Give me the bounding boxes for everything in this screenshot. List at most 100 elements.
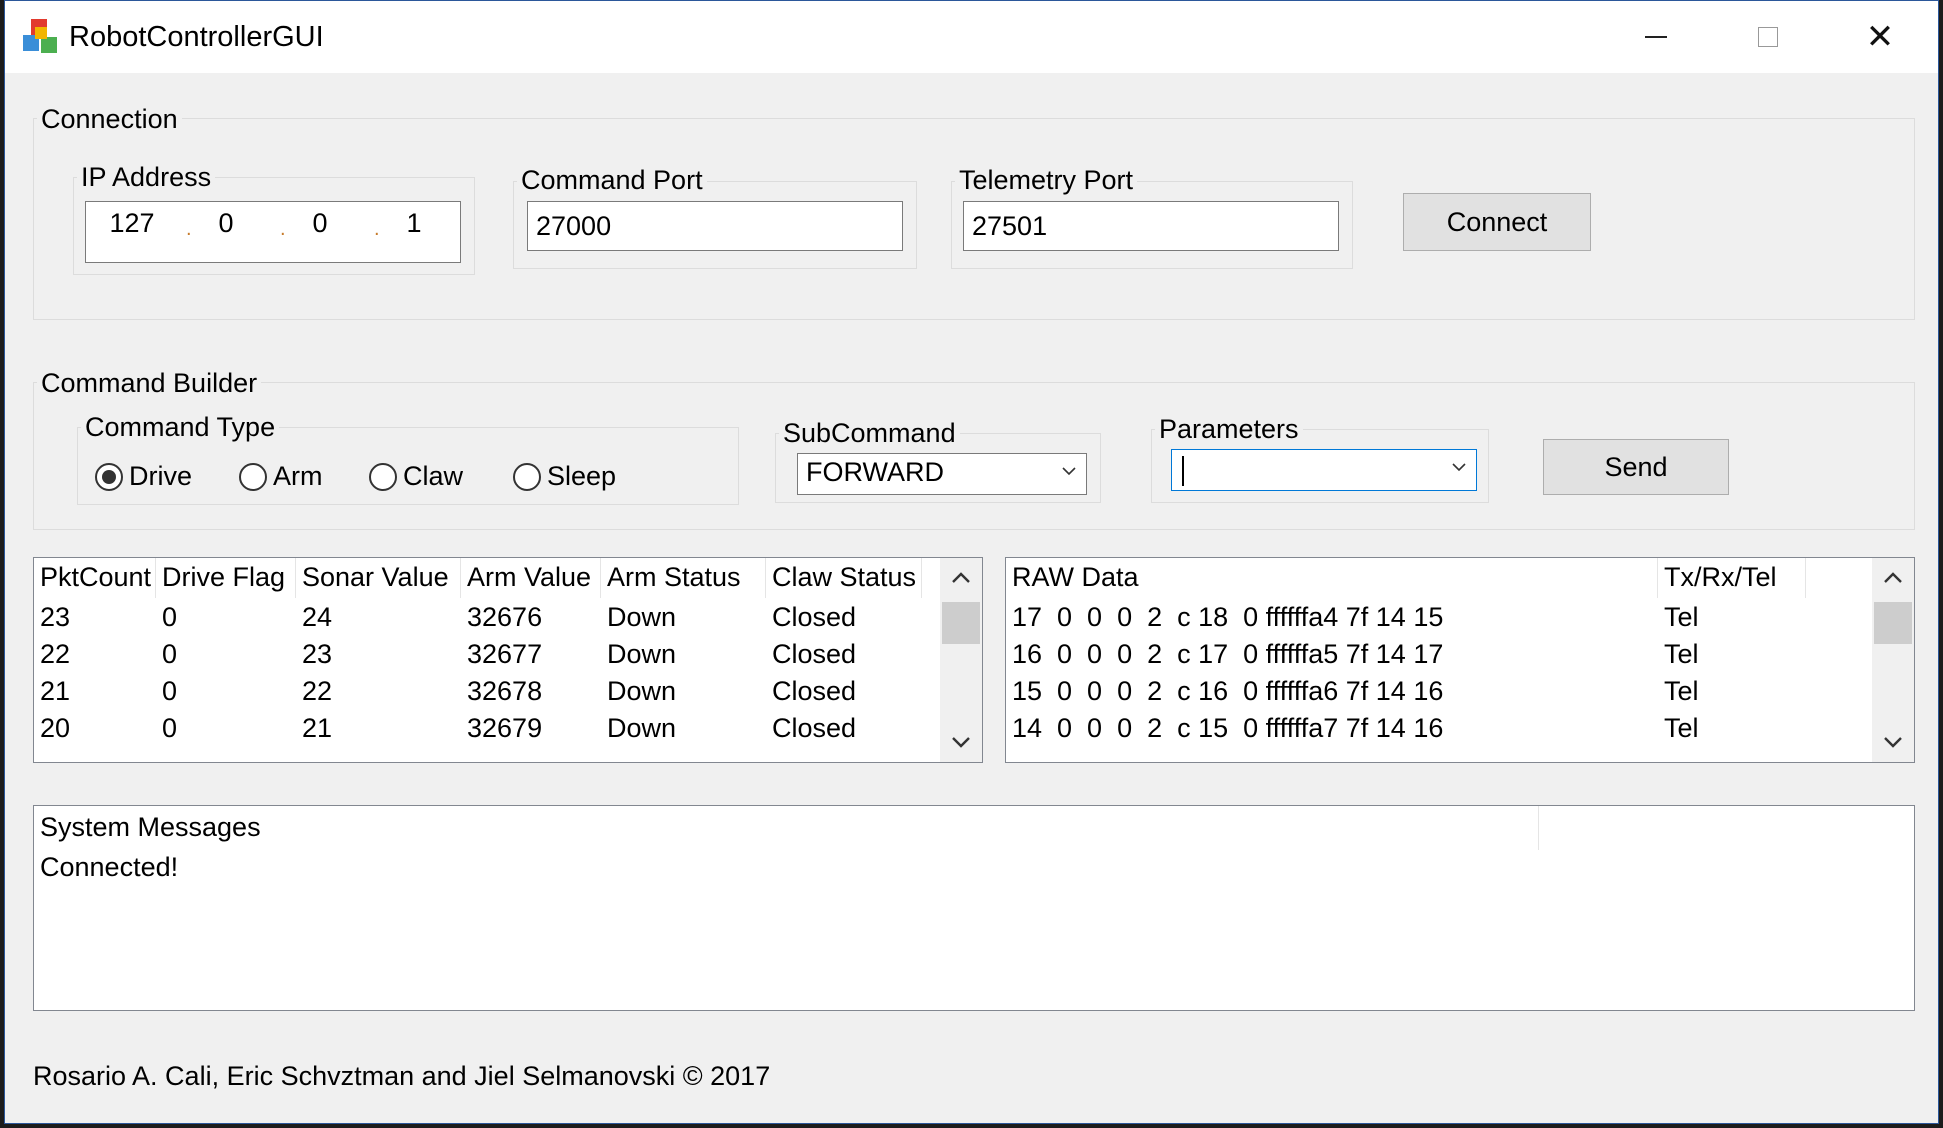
table-cell: Down (607, 676, 677, 706)
table-cell: 0 (162, 602, 178, 632)
credits-footer: Rosario A. Cali, Eric Schvztman and Jiel… (33, 1061, 771, 1091)
raw-data-list[interactable]: RAW Data Tx/Rx/Tel 17 0 0 0 2 c 18 0 fff… (1005, 557, 1915, 763)
ip-octet-3[interactable]: 0 (290, 208, 350, 239)
radio-drive-label: Drive (129, 461, 193, 491)
system-message: Connected! (40, 852, 179, 882)
chevron-up-icon (952, 572, 970, 583)
minimize-button[interactable] (1600, 1, 1712, 73)
scroll-down-button[interactable] (940, 722, 982, 762)
column-header[interactable]: Drive Flag (156, 562, 285, 593)
table-row[interactable]: 16 0 0 0 2 c 17 0 ffffffa5 7f 14 17 Tel (1006, 637, 1870, 674)
telemetry-port-input[interactable]: 27501 (963, 201, 1339, 251)
ip-dot: . (186, 218, 192, 240)
close-button[interactable]: ✕ (1824, 1, 1936, 73)
command-port-input[interactable]: 27000 (527, 201, 903, 251)
ip-octet-4[interactable]: 1 (384, 208, 444, 239)
command-type-label: Command Type (81, 411, 280, 443)
ip-octet-1[interactable]: 127 (102, 208, 162, 239)
table-cell: 32678 (467, 676, 543, 706)
table-row[interactable]: 22 0 23 32677 Down Closed (34, 637, 938, 674)
telemetry-list[interactable]: PktCount Drive Flag Sonar Value Arm Valu… (33, 557, 983, 763)
table-cell: 32676 (467, 602, 543, 632)
chevron-down-icon (1452, 463, 1466, 472)
table-row[interactable]: 17 0 0 0 2 c 18 0 ffffffa4 7f 14 15 Tel (1006, 600, 1870, 637)
radio-sleep-label: Sleep (547, 461, 617, 491)
table-cell: 23 (302, 639, 333, 669)
radio-claw-label: Claw (403, 461, 464, 491)
column-header[interactable]: PktCount (34, 562, 151, 593)
ip-octet-2[interactable]: 0 (196, 208, 256, 239)
radio-drive[interactable]: Drive (95, 461, 192, 492)
table-cell: 15 0 0 0 2 c 16 0 ffffffa6 7f 14 16 (1012, 676, 1444, 706)
chevron-down-icon (1884, 737, 1902, 748)
table-cell: 0 (162, 713, 178, 743)
scroll-thumb[interactable] (1874, 602, 1912, 644)
table-cell: 21 (302, 713, 333, 743)
table-cell: Tel (1664, 676, 1699, 706)
table-row[interactable]: 21 0 22 32678 Down Closed (34, 674, 938, 711)
radio-sleep[interactable]: Sleep (513, 461, 616, 492)
chevron-down-icon (1062, 467, 1076, 476)
radio-selected-icon (95, 462, 123, 491)
table-cell: Tel (1664, 639, 1699, 669)
table-cell: Down (607, 639, 677, 669)
text-caret (1182, 456, 1184, 486)
table-row[interactable]: 23 0 24 32676 Down Closed (34, 600, 938, 637)
chevron-up-icon (1884, 572, 1902, 583)
send-button[interactable]: Send (1543, 439, 1729, 495)
raw-data-scrollbar[interactable] (1872, 558, 1914, 762)
subcommand-value: FORWARD (806, 457, 944, 487)
subcommand-dropdown[interactable]: FORWARD (797, 453, 1087, 495)
window-title: RobotControllerGUI (69, 21, 324, 53)
chevron-down-icon (952, 737, 970, 748)
ip-dot: . (374, 218, 380, 240)
table-cell: 22 (302, 676, 333, 706)
system-messages-header[interactable]: System Messages (34, 812, 261, 843)
ip-address-label: IP Address (77, 161, 216, 193)
table-cell: 0 (162, 676, 178, 706)
table-cell: 23 (40, 602, 71, 632)
column-header[interactable]: RAW Data (1006, 562, 1139, 593)
table-cell: 0 (162, 639, 178, 669)
ip-address-input[interactable]: 127 . 0 . 0 . 1 (85, 201, 461, 263)
maximize-button[interactable] (1712, 1, 1824, 73)
radio-claw[interactable]: Claw (369, 461, 463, 492)
raw-data-list-header: RAW Data Tx/Rx/Tel (1006, 558, 1870, 598)
radio-unselected-icon (369, 462, 397, 491)
telemetry-scrollbar[interactable] (940, 558, 982, 762)
minimize-icon (1645, 36, 1667, 38)
table-row[interactable]: 15 0 0 0 2 c 16 0 ffffffa6 7f 14 16 Tel (1006, 674, 1870, 711)
scroll-down-button[interactable] (1872, 722, 1914, 762)
column-header[interactable]: Claw Status (766, 562, 916, 593)
parameters-label: Parameters (1155, 413, 1303, 445)
column-header[interactable]: Arm Value (461, 562, 591, 593)
table-cell: 32677 (467, 639, 543, 669)
table-row[interactable]: 20 0 21 32679 Down Closed (34, 711, 938, 748)
command-builder-group-title: Command Builder (37, 367, 262, 399)
column-header[interactable]: Arm Status (601, 562, 741, 593)
table-cell: 17 0 0 0 2 c 18 0 ffffffa4 7f 14 15 (1012, 602, 1444, 632)
parameters-dropdown[interactable] (1171, 449, 1477, 491)
table-cell: 20 (40, 713, 71, 743)
column-header[interactable]: Tx/Rx/Tel (1658, 562, 1777, 593)
close-icon: ✕ (1865, 18, 1895, 56)
radio-unselected-icon (239, 462, 267, 491)
table-cell: Closed (772, 713, 857, 743)
column-header[interactable]: Sonar Value (296, 562, 449, 593)
scroll-up-button[interactable] (1872, 558, 1914, 598)
maximize-icon (1758, 27, 1778, 47)
table-cell: 16 0 0 0 2 c 17 0 ffffffa5 7f 14 17 (1012, 639, 1444, 669)
table-cell: Down (607, 602, 677, 632)
connect-button[interactable]: Connect (1403, 193, 1591, 251)
radio-arm[interactable]: Arm (239, 461, 323, 492)
ip-dot: . (280, 218, 286, 240)
scroll-up-button[interactable] (940, 558, 982, 598)
table-cell: 24 (302, 602, 333, 632)
table-row[interactable]: 14 0 0 0 2 c 15 0 ffffffa7 7f 14 16 Tel (1006, 711, 1870, 748)
title-bar[interactable]: RobotControllerGUI ✕ (5, 1, 1938, 73)
table-cell: Tel (1664, 713, 1699, 743)
system-messages-list[interactable]: System Messages Connected! (33, 805, 1915, 1011)
scroll-thumb[interactable] (942, 602, 980, 644)
table-cell: Down (607, 713, 677, 743)
table-cell: Tel (1664, 602, 1699, 632)
